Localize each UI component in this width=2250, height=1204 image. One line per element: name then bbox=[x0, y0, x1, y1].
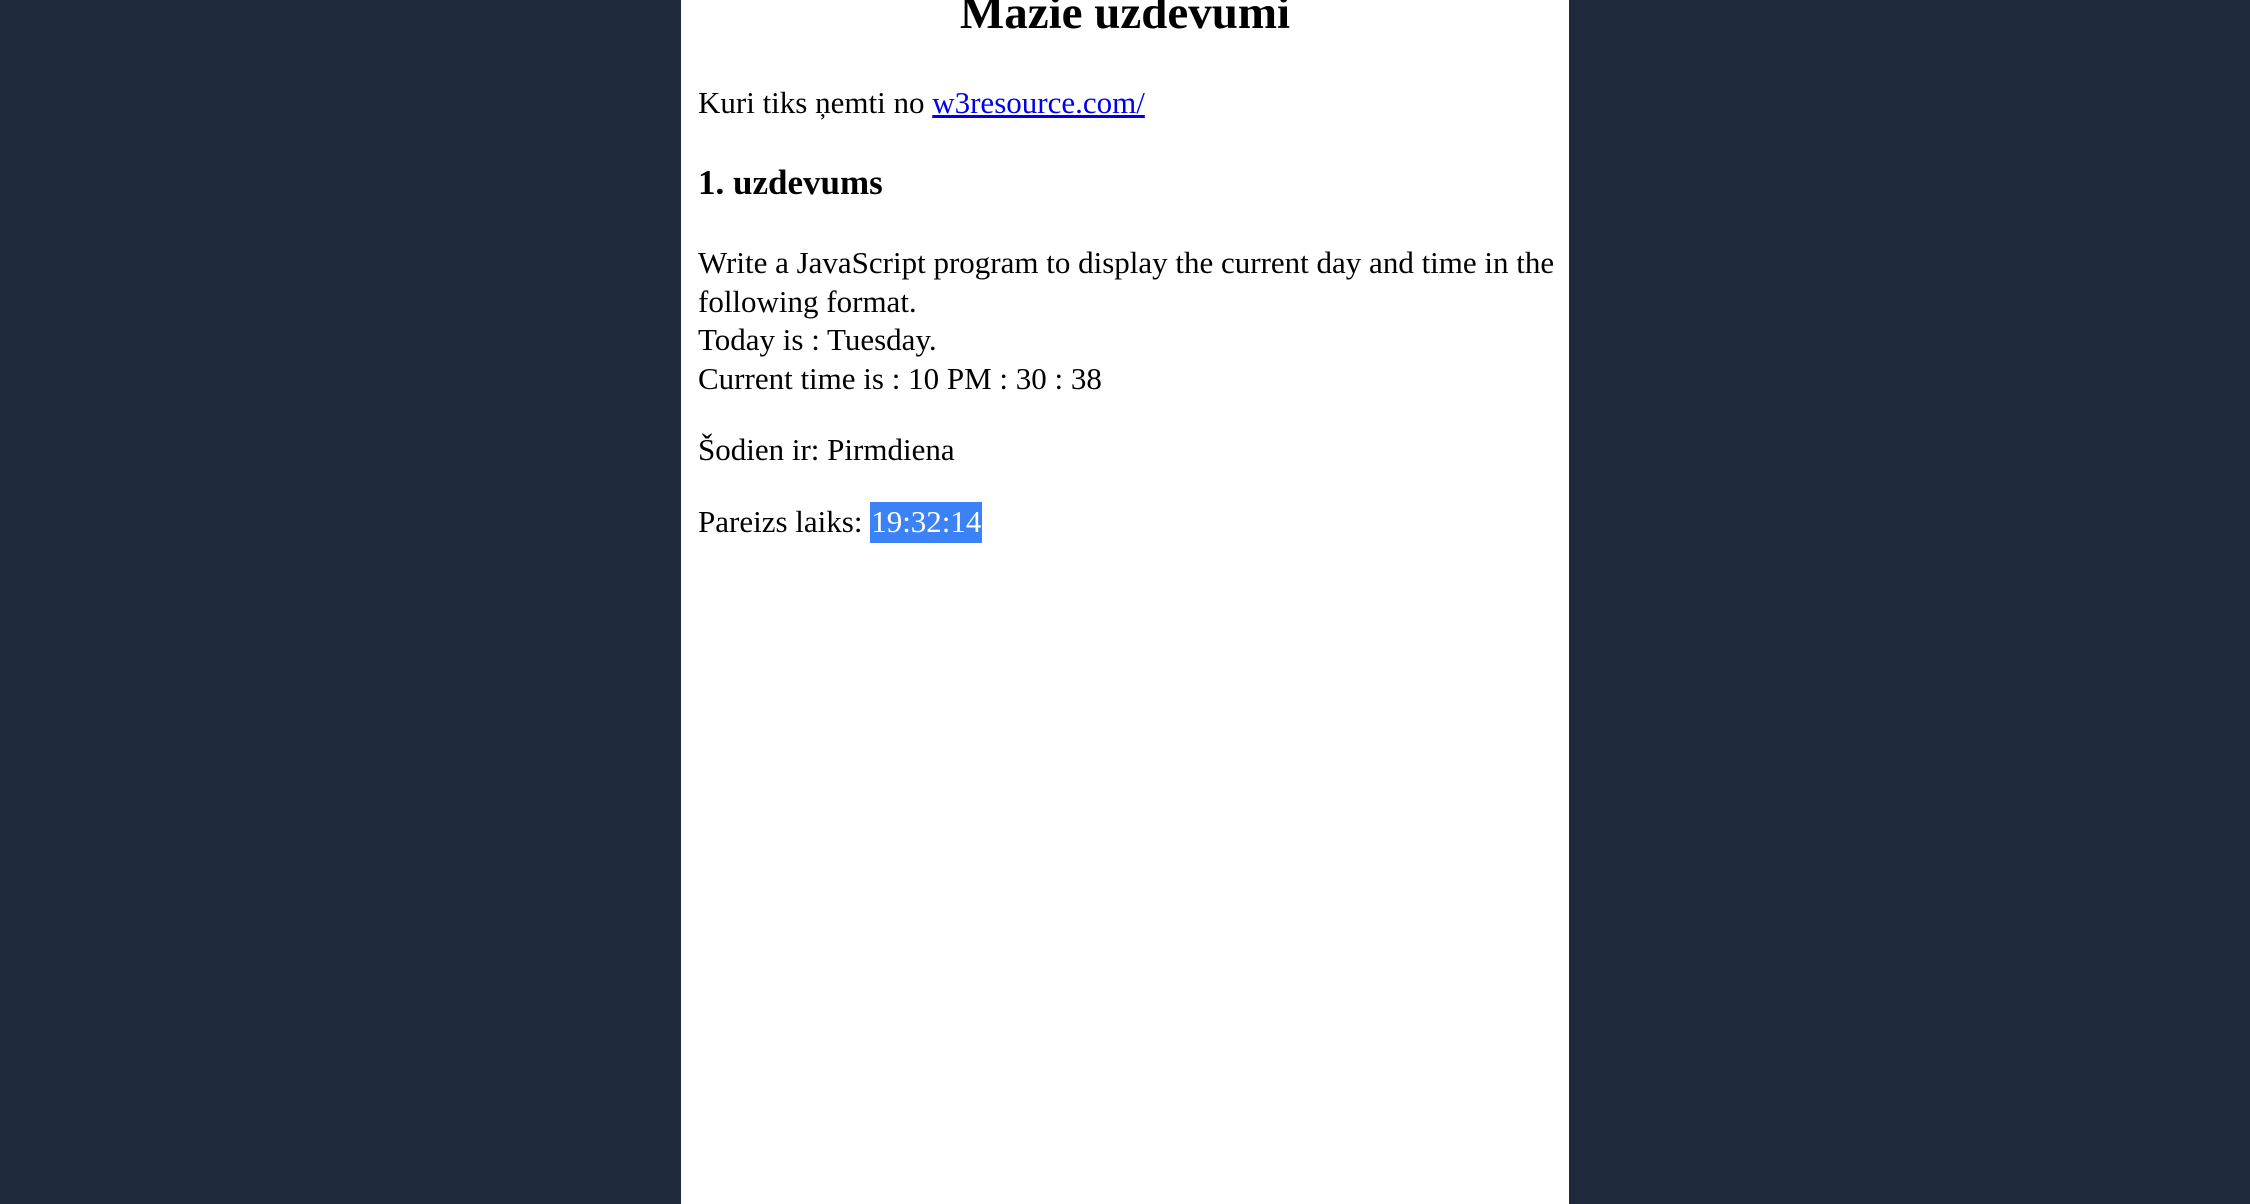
page-content: Mazie uzdevumi Kuri tiks ņemti no w3reso… bbox=[681, 0, 1569, 1204]
time-label: Pareizs laiks: bbox=[698, 504, 871, 539]
page-title: Mazie uzdevumi bbox=[959, 0, 1291, 39]
today-label: Šodien ir: bbox=[698, 432, 828, 467]
today-output: Šodien ir: Pirmdiena bbox=[698, 430, 955, 470]
task-description-line: Write a JavaScript program to display th… bbox=[698, 245, 1555, 319]
task-description: Write a JavaScript program to display th… bbox=[698, 244, 1563, 398]
source-link[interactable]: w3resource.com/ bbox=[932, 85, 1145, 120]
source-prefix: Kuri tiks ņemti no bbox=[698, 85, 933, 120]
time-output: Pareizs laiks: 19:32:14 bbox=[698, 502, 983, 543]
source-line: Kuri tiks ņemti no w3resource.com/ bbox=[698, 83, 1145, 123]
task-heading: 1. uzdevums bbox=[698, 163, 883, 202]
time-value-selected[interactable]: 19:32:14 bbox=[870, 502, 983, 543]
task-example-time: Current time is : 10 PM : 30 : 38 bbox=[698, 360, 1102, 396]
task-example-day: Today is : Tuesday. bbox=[698, 322, 937, 358]
today-value: Pirmdiena bbox=[827, 432, 955, 467]
